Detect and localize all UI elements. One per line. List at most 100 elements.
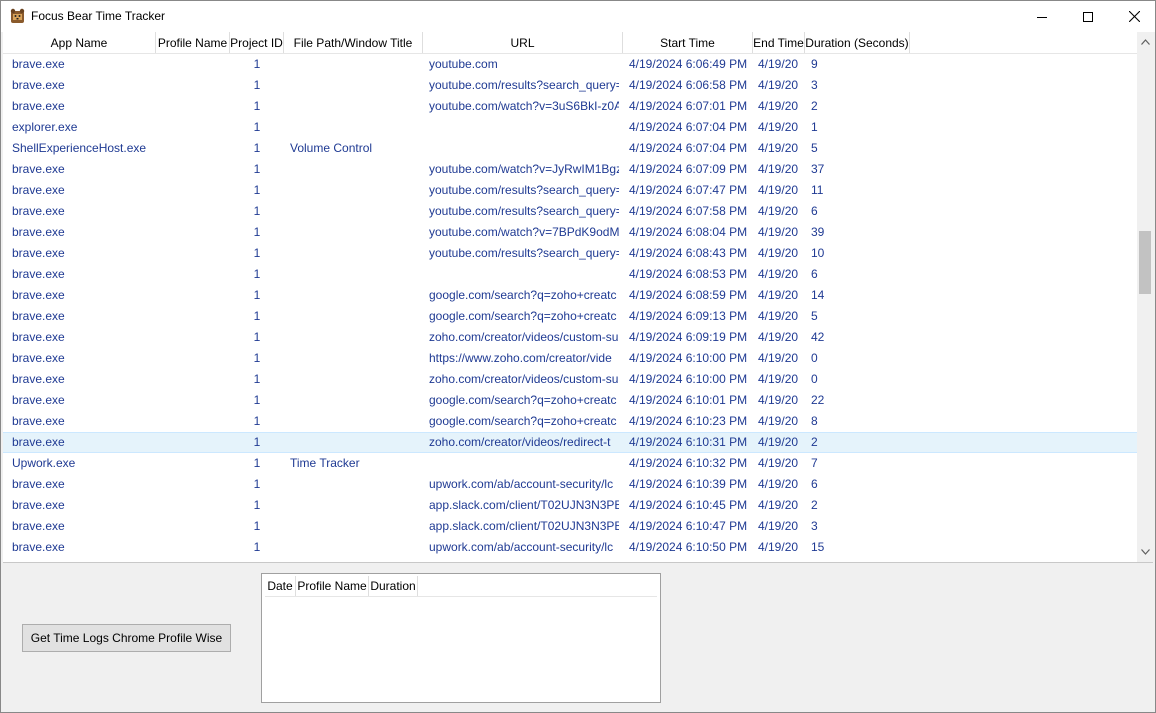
vertical-scrollbar[interactable] [1137,32,1153,562]
cell-app-name: brave.exe [12,246,65,260]
cell-start-time: 4/19/2024 6:10:31 PM [629,435,748,449]
column-header-duration[interactable]: Duration [369,576,418,596]
scroll-down-button[interactable] [1137,544,1153,560]
cell-duration: 37 [811,162,825,176]
table-row[interactable]: Upwork.exe 1 Time Tracker 4/19/2024 6:10:32… [3,453,1137,474]
cell-end-time: 4/19/20 [758,414,799,428]
cell-start-time: 4/19/2024 6:07:09 PM [629,162,748,176]
column-header-date[interactable]: Date [265,576,296,596]
table-row[interactable]: brave.exe 1 google.com/search?q=zoho+creat… [3,285,1137,306]
table-row[interactable]: brave.exe 1 4/19/2024 6:08:53 PM 4/19/20 6 [3,264,1137,285]
cell-app-name: brave.exe [12,351,65,365]
cell-duration: 9 [811,57,818,71]
cell-window-title [286,369,423,390]
table-row[interactable]: brave.exe 1 https://www.zoho.com/creator/v… [3,348,1137,369]
table-row[interactable]: brave.exe 1 youtube.com/results?search_que… [3,75,1137,96]
table-row[interactable]: brave.exe 1 google.com/search?q=zoho+creat… [3,390,1137,411]
cell-project-id: 1 [253,246,261,260]
table-row[interactable]: brave.exe 1 youtube.com 4/19/2024 6:06:49 P… [3,54,1137,75]
column-header-duration[interactable]: Duration (Seconds) [805,32,910,53]
cell-project-id: 1 [253,267,261,281]
cell-window-title [286,306,423,327]
cell-end-time: 4/19/20 [758,372,799,386]
cell-window-title [286,243,423,264]
cell-url: upwork.com/ab/account-security/lc [429,477,614,491]
cell-start-time: 4/19/2024 6:10:50 PM [629,540,748,554]
cell-start-time: 4/19/2024 6:07:04 PM [629,120,748,134]
cell-end-time: 4/19/20 [758,183,799,197]
cell-url: google.com/search?q=zoho+creatc [429,393,617,407]
cell-end-time: 4/19/20 [758,99,799,113]
column-header-profile-name[interactable]: Profile Name [156,32,230,53]
table-row[interactable]: brave.exe 1 zoho.com/creator/videos/custom… [3,327,1137,348]
cell-start-time: 4/19/2024 6:10:00 PM [629,372,748,386]
table-row[interactable]: explorer.exe 1 4/19/2024 6:07:04 PM 4/19/20… [3,117,1137,138]
cell-app-name: brave.exe [12,225,65,239]
cell-project-id: 1 [253,309,261,323]
column-header-start-time[interactable]: Start Time [623,32,753,53]
column-header-window-title[interactable]: File Path/Window Title [284,32,423,53]
column-header-url[interactable]: URL [423,32,623,53]
table-row[interactable]: brave.exe 1 youtube.com/watch?v=3uS6BkI-z0… [3,96,1137,117]
table-row[interactable]: brave.exe 1 google.com/search?q=zoho+creat… [3,411,1137,432]
cell-duration: 0 [811,351,818,365]
table-row[interactable]: brave.exe 1 upwork.com/ab/account-security… [3,537,1137,558]
cell-profile-name [156,516,230,537]
table-row[interactable]: brave.exe 1 youtube.com/results?search_que… [3,201,1137,222]
cell-start-time: 4/19/2024 6:10:39 PM [629,477,748,491]
cell-profile-name [156,117,230,138]
cell-duration: 15 [811,540,825,554]
cell-profile-name [156,474,230,495]
table-row[interactable]: brave.exe 1 app.slack.com/client/T02UJN3N3… [3,495,1137,516]
close-button[interactable] [1111,1,1156,32]
cell-window-title [286,96,423,117]
cell-start-time: 4/19/2024 6:10:32 PM [629,456,748,470]
cell-profile-name [156,390,230,411]
cell-end-time: 4/19/20 [758,435,799,449]
cell-app-name: brave.exe [12,309,65,323]
cell-project-id: 1 [253,288,261,302]
column-header-app-name[interactable]: App Name [3,32,156,53]
profile-duration-grid[interactable]: Date Profile Name Duration [261,573,661,703]
cell-start-time: 4/19/2024 6:09:19 PM [629,330,748,344]
title-bar[interactable]: Focus Bear Time Tracker [1,1,1155,32]
cell-profile-name [156,222,230,243]
maximize-button[interactable] [1065,1,1111,32]
cell-end-time: 4/19/20 [758,162,799,176]
table-row[interactable]: brave.exe 1 google.com/search?q=zoho+creat… [3,306,1137,327]
cell-window-title: Volume Control [290,141,373,155]
column-header-end-time[interactable]: End Time [753,32,805,53]
table-row[interactable]: brave.exe 1 youtube.com/results?search_que… [3,243,1137,264]
table-row[interactable]: brave.exe 1 zoho.com/creator/videos/custom… [3,369,1137,390]
scroll-up-button[interactable] [1137,34,1153,50]
table-row[interactable]: brave.exe 1 youtube.com/watch?v=7BPdK9odM 4… [3,222,1137,243]
cell-app-name: ShellExperienceHost.exe [12,141,147,155]
scroll-thumb[interactable] [1139,231,1151,294]
cell-project-id: 1 [253,225,261,239]
cell-app-name: brave.exe [12,498,65,512]
table-row[interactable]: brave.exe 1 zoho.com/creator/videos/redire… [3,432,1137,453]
table-row[interactable]: brave.exe 1 app.slack.com/client/T02UJN3N3… [3,516,1137,537]
get-time-logs-profile-button[interactable]: Get Time Logs Chrome Profile Wise [22,624,231,652]
column-header-project-id[interactable]: Project ID [230,32,284,53]
cell-project-id: 1 [253,204,261,218]
cell-window-title [286,201,423,222]
cell-url: https://www.zoho.com/creator/vide [429,351,612,365]
cell-start-time: 4/19/2024 6:08:59 PM [629,288,748,302]
cell-project-id: 1 [253,78,261,92]
minimize-button[interactable] [1019,1,1065,32]
cell-duration: 10 [811,246,825,260]
table-row[interactable]: ShellExperienceHost.exe 1 Volume Control 4/… [3,138,1137,159]
table-row[interactable]: brave.exe 1 upwork.com/ab/account-security… [3,474,1137,495]
cell-end-time: 4/19/20 [758,351,799,365]
cell-window-title [286,495,423,516]
time-log-grid[interactable]: App Name Profile Name Project ID File Pa… [3,32,1153,563]
cell-end-time: 4/19/20 [758,246,799,260]
cell-window-title [286,222,423,243]
table-row[interactable]: brave.exe 1 youtube.com/watch?v=JyRwIM1Bgz… [3,159,1137,180]
column-header-profile-name[interactable]: Profile Name [296,576,369,596]
table-row[interactable]: brave.exe 1 youtube.com/results?search_que… [3,180,1137,201]
cell-profile-name [156,180,230,201]
cell-window-title [286,348,423,369]
cell-duration: 5 [811,141,818,155]
